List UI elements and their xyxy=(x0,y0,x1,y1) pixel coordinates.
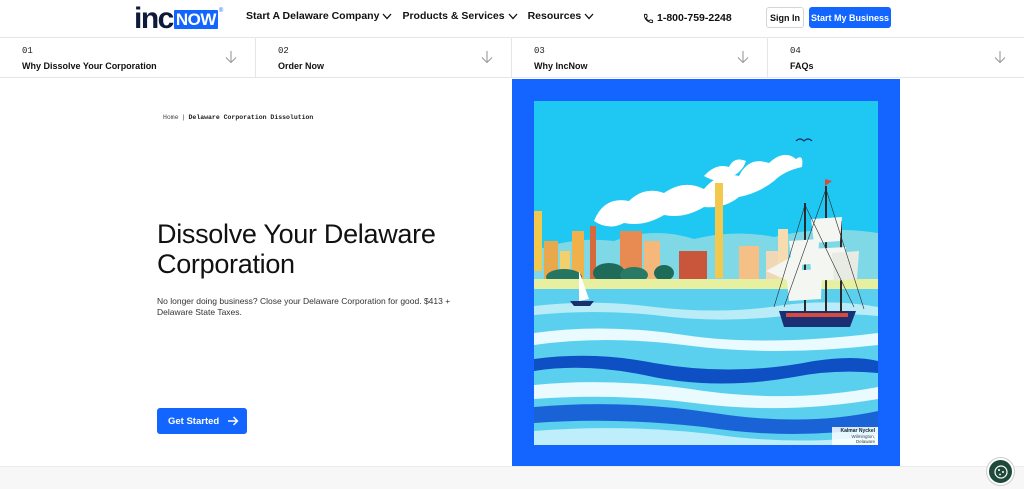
cookie-icon xyxy=(993,464,1008,479)
nav-item-products-services[interactable]: Products & Services xyxy=(402,10,518,22)
chevron-down-icon xyxy=(508,13,518,19)
arrow-down-icon xyxy=(994,51,1006,64)
main-nav: Start A Delaware Company Products & Serv… xyxy=(246,10,604,22)
breadcrumb-separator: | xyxy=(181,114,186,121)
tab-label: Why IncNow xyxy=(534,61,588,71)
tab-why-dissolve[interactable]: 01 Why Dissolve Your Corporation xyxy=(0,38,256,78)
phone-icon xyxy=(643,13,654,23)
kalmar-nyckel-illustration: Kalmar Nyckel Wilmington, Delaware xyxy=(534,101,878,445)
chevron-down-icon xyxy=(584,13,594,19)
hero-subtitle: No longer doing business? Close your Del… xyxy=(157,296,451,317)
sign-in-button[interactable]: Sign In xyxy=(766,7,804,28)
tab-faqs[interactable]: 04 FAQs xyxy=(768,38,1024,78)
logo-text-now: NOW xyxy=(173,9,218,29)
tab-number: 03 xyxy=(534,46,545,56)
nav-item-start-company[interactable]: Start A Delaware Company xyxy=(246,10,392,22)
hero-illustration-frame: Kalmar Nyckel Wilmington, Delaware xyxy=(512,79,900,466)
phone-link[interactable]: 1-800-759-2248 xyxy=(643,12,732,24)
tab-label: Why Dissolve Your Corporation xyxy=(22,61,157,71)
tab-label: FAQs xyxy=(790,61,814,71)
site-header: inc NOW ® Start A Delaware Company Produ… xyxy=(0,0,1024,38)
breadcrumb: Home | Delaware Corporation Dissolution xyxy=(163,114,313,121)
arrow-down-icon xyxy=(225,51,237,64)
breadcrumb-current: Delaware Corporation Dissolution xyxy=(188,114,314,121)
tab-number: 02 xyxy=(278,46,289,56)
arrow-right-icon xyxy=(228,416,239,426)
tab-order-now[interactable]: 02 Order Now xyxy=(256,38,512,78)
tab-label: Order Now xyxy=(278,61,325,71)
harbor-scene-image xyxy=(534,101,878,445)
start-my-business-button[interactable]: Start My Business xyxy=(809,7,891,28)
nav-item-label: Start A Delaware Company xyxy=(246,10,380,22)
nav-item-label: Products & Services xyxy=(402,10,505,22)
get-started-button[interactable]: Get Started xyxy=(157,408,247,434)
caption-location: Wilmington, Delaware xyxy=(851,434,875,444)
nav-item-label: Resources xyxy=(527,10,582,22)
chevron-down-icon xyxy=(382,13,392,19)
nav-item-resources[interactable]: Resources xyxy=(528,10,595,22)
arrow-down-icon xyxy=(737,51,749,64)
next-section-edge xyxy=(0,466,1024,489)
tab-why-incnow[interactable]: 03 Why IncNow xyxy=(512,38,768,78)
phone-number: 1-800-759-2248 xyxy=(657,12,732,24)
logo-registered-mark: ® xyxy=(218,8,224,14)
section-tabs: 01 Why Dissolve Your Corporation 02 Orde… xyxy=(0,38,1024,78)
get-started-label: Get Started xyxy=(168,415,220,427)
arrow-down-icon xyxy=(481,51,493,64)
tab-number: 01 xyxy=(22,46,33,56)
cookie-settings-button[interactable] xyxy=(987,458,1014,485)
page-title: Dissolve Your Delaware Corporation xyxy=(157,219,436,279)
breadcrumb-home-link[interactable]: Home xyxy=(163,114,179,121)
incnow-logo[interactable]: inc NOW ® xyxy=(134,2,224,35)
logo-text-inc: inc xyxy=(134,2,174,35)
illustration-caption: Kalmar Nyckel Wilmington, Delaware xyxy=(832,427,878,445)
tab-number: 04 xyxy=(790,46,801,56)
